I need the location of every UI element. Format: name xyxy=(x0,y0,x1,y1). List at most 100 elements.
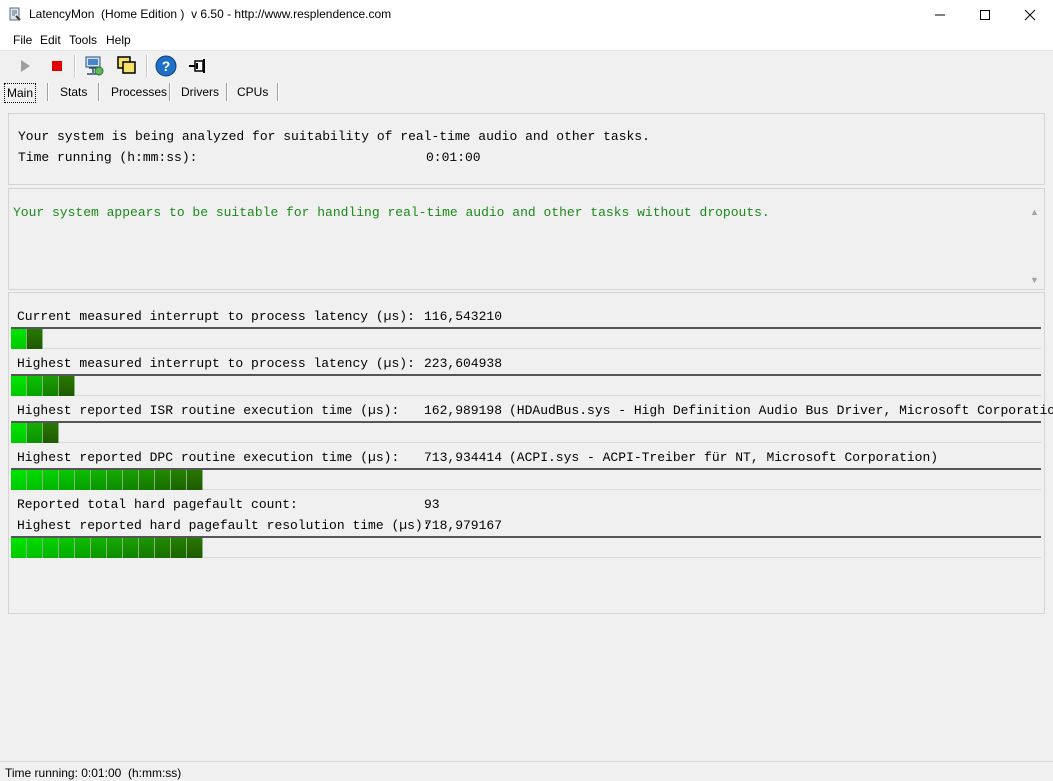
latency-bar xyxy=(11,536,1041,558)
bar-segment xyxy=(155,538,171,558)
metric-label: Reported total hard pagefault count: xyxy=(17,497,298,512)
bar-segment xyxy=(139,538,155,558)
bar-segment xyxy=(171,470,187,490)
bar-segment xyxy=(27,538,43,558)
bar-segment xyxy=(139,470,155,490)
metric-value: 162,989198 xyxy=(424,403,503,418)
bar-fill xyxy=(11,470,203,490)
bar-fill xyxy=(11,376,75,396)
status-text: Time running: 0:01:00 (h:mm:ss) xyxy=(5,766,182,780)
bar-segment xyxy=(43,376,59,396)
bar-fill xyxy=(11,423,59,443)
bar-segment xyxy=(59,376,75,396)
bar-segment xyxy=(27,470,43,490)
bar-segment xyxy=(75,470,91,490)
windows-icon xyxy=(117,56,136,74)
bar-segment xyxy=(43,423,59,443)
help-icon: ? xyxy=(155,55,177,77)
tab-strip: Main Stats Processes Drivers CPUs xyxy=(0,81,1053,103)
menu-edit[interactable]: Edit xyxy=(40,33,61,47)
select-computer-button[interactable] xyxy=(82,54,106,78)
bar-segment xyxy=(107,470,123,490)
help-button[interactable]: ? xyxy=(154,54,178,78)
stop-icon xyxy=(52,61,62,71)
metric-note: (HDAudBus.sys - High Definition Audio Bu… xyxy=(509,403,1053,418)
latencymon-app-icon xyxy=(8,7,23,22)
network-computer-icon xyxy=(85,56,104,76)
verdict-panel: Your system appears to be suitable for h… xyxy=(8,188,1045,290)
verdict-message: Your system appears to be suitable for h… xyxy=(13,205,770,220)
close-icon xyxy=(1024,9,1036,21)
pin-button[interactable] xyxy=(186,54,210,78)
bar-fill xyxy=(11,538,203,558)
menu-bar: File Edit Tools Help xyxy=(0,30,1053,51)
status-bar: Time running: 0:01:00 (h:mm:ss) xyxy=(0,761,1053,781)
time-running-label: Time running (h:mm:ss): xyxy=(18,150,198,165)
scroll-up-icon[interactable]: ▲ xyxy=(1030,207,1039,217)
menu-help[interactable]: Help xyxy=(106,33,131,47)
metric-value: 223,604938 xyxy=(424,356,503,371)
metric-label: Highest reported DPC routine execution t… xyxy=(17,450,400,465)
metric-label: Highest measured interrupt to process la… xyxy=(17,356,415,371)
start-button[interactable] xyxy=(13,54,37,78)
analysis-message: Your system is being analyzed for suitab… xyxy=(18,129,650,144)
bar-segment xyxy=(27,423,43,443)
bar-segment xyxy=(187,538,203,558)
windows-button[interactable] xyxy=(115,54,139,78)
bar-segment xyxy=(75,538,91,558)
bar-fill xyxy=(11,329,43,349)
minimize-button[interactable] xyxy=(917,0,963,30)
tab-processes[interactable]: Processes xyxy=(111,83,167,101)
maximize-button[interactable] xyxy=(962,0,1008,30)
metric-value: 116,543210 xyxy=(424,309,503,324)
toolbar: ? xyxy=(0,51,1053,81)
play-icon xyxy=(21,60,30,72)
bar-segment xyxy=(11,376,27,396)
bar-segment xyxy=(123,470,139,490)
title-bar: LatencyMon (Home Edition ) v 6.50 - http… xyxy=(0,0,1053,30)
tab-stats[interactable]: Stats xyxy=(60,83,87,101)
menu-tools[interactable]: Tools xyxy=(69,33,97,47)
time-running-value: 0:01:00 xyxy=(426,150,481,165)
tab-cpus[interactable]: CPUs xyxy=(237,83,268,101)
minimize-icon xyxy=(935,14,945,16)
menu-file[interactable]: File xyxy=(13,33,32,47)
close-button[interactable] xyxy=(1007,0,1053,30)
bar-segment xyxy=(59,470,75,490)
bar-segment xyxy=(43,470,59,490)
window-title: LatencyMon (Home Edition ) v 6.50 - http… xyxy=(29,7,392,21)
bar-segment xyxy=(91,470,107,490)
maximize-icon xyxy=(980,10,990,20)
bar-segment xyxy=(123,538,139,558)
bar-segment xyxy=(171,538,187,558)
metrics-panel: Current measured interrupt to process la… xyxy=(8,292,1053,614)
scroll-down-icon[interactable]: ▼ xyxy=(1030,275,1039,285)
bar-segment xyxy=(187,470,203,490)
latency-bar xyxy=(11,374,1041,396)
tab-main[interactable]: Main xyxy=(4,83,37,103)
metric-note: (ACPI.sys - ACPI-Treiber für NT, Microso… xyxy=(509,450,939,465)
bar-segment xyxy=(155,470,171,490)
svg-text:?: ? xyxy=(162,58,171,74)
metric-label: Highest reported ISR routine execution t… xyxy=(17,403,400,418)
latency-bar xyxy=(11,468,1041,490)
bar-segment xyxy=(11,538,27,558)
metric-value: 93 xyxy=(424,497,440,512)
bar-segment xyxy=(11,470,27,490)
bar-segment xyxy=(27,376,43,396)
analysis-panel: Your system is being analyzed for suitab… xyxy=(8,113,1045,185)
bar-segment xyxy=(11,423,27,443)
tab-drivers[interactable]: Drivers xyxy=(181,83,219,101)
metric-label: Current measured interrupt to process la… xyxy=(17,309,415,324)
metric-value: 713,934414 xyxy=(424,450,503,465)
stop-button[interactable] xyxy=(45,54,69,78)
metric-label: Highest reported hard pagefault resoluti… xyxy=(17,518,431,533)
bar-segment xyxy=(107,538,123,558)
bar-segment xyxy=(91,538,107,558)
latency-bar xyxy=(11,421,1041,443)
pin-icon xyxy=(189,59,205,73)
metric-value: 718,979167 xyxy=(424,518,503,533)
bar-segment xyxy=(59,538,75,558)
bar-segment xyxy=(11,329,27,349)
bar-segment xyxy=(27,329,43,349)
